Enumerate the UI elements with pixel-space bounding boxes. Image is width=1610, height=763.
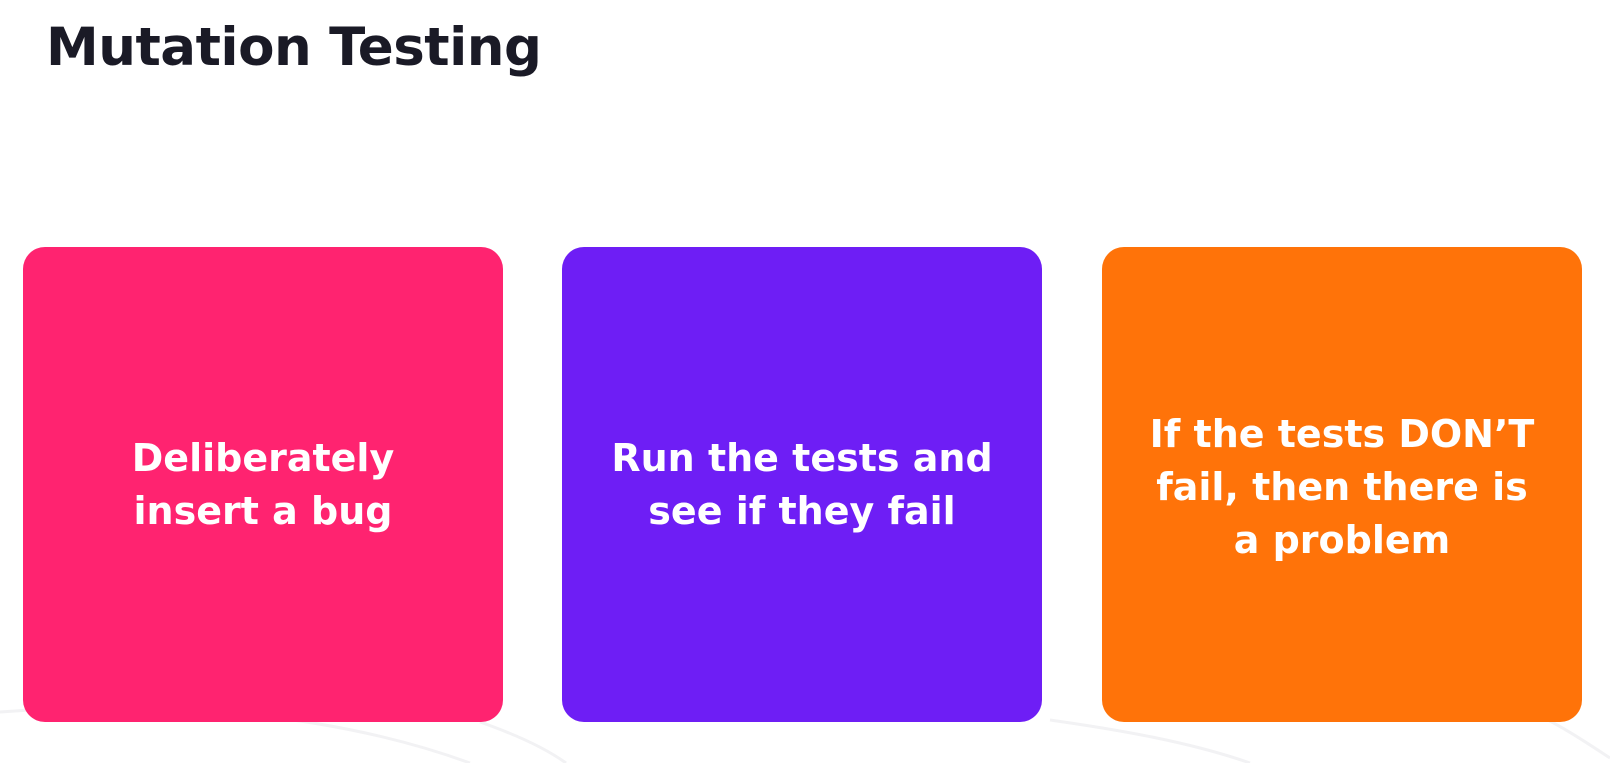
card-insert-bug-text: Deliberately insert a bug <box>132 432 394 538</box>
card-text-line: insert a bug <box>133 488 393 533</box>
slide: Mutation Testing Deliberately insert a b… <box>0 0 1610 763</box>
background-curve-middle <box>479 720 567 763</box>
card-text-line: Run the tests and <box>611 435 993 480</box>
card-run-tests: Run the tests and see if they fail <box>562 247 1042 722</box>
background-curve-right <box>1049 718 1251 763</box>
card-text-line: If the tests DON’T <box>1149 412 1535 456</box>
background-curve-far-right <box>1539 714 1610 760</box>
card-text-line: see if they fail <box>648 488 956 533</box>
card-problem: If the tests DON’T fail, then there is a… <box>1102 247 1582 722</box>
card-text-line: fail, then there is <box>1156 465 1528 509</box>
card-insert-bug: Deliberately insert a bug <box>23 247 503 722</box>
card-text-line: Deliberately <box>131 435 395 480</box>
card-text-line: a problem <box>1233 518 1451 562</box>
card-problem-text: If the tests DON’T fail, then there is a… <box>1150 408 1535 567</box>
card-run-tests-text: Run the tests and see if they fail <box>611 432 992 538</box>
slide-title: Mutation Testing <box>46 17 542 78</box>
